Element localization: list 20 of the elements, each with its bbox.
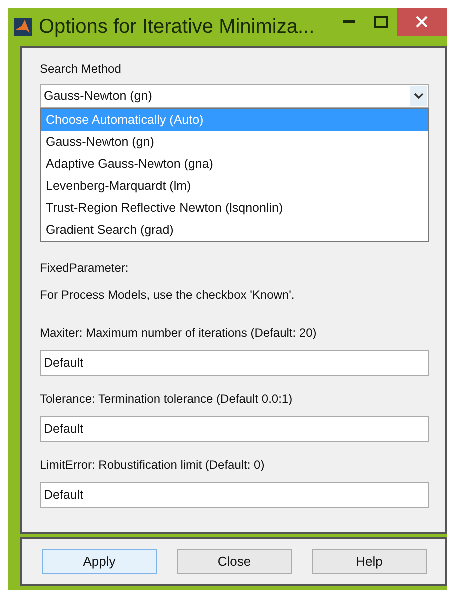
maximize-icon: [374, 16, 388, 28]
search-method-dropdown[interactable]: Gauss-Newton (gn): [40, 84, 429, 108]
field-label: LimitError: Robustification limit (Default: 0): [40, 458, 266, 472]
input-field[interactable]: Default: [40, 482, 429, 508]
field-label: Tolerance: Termination tolerance (Default 0.0:1): [40, 392, 294, 406]
dialog-button[interactable]: Close: [177, 549, 292, 574]
dialog-button[interactable]: Apply: [42, 549, 157, 574]
chevron-down-icon: [414, 92, 424, 100]
note-text: FixedParameter:: [40, 261, 130, 275]
input-field[interactable]: Default: [40, 350, 429, 376]
search-method-label: Search Method: [40, 62, 122, 76]
note-text: For Process Models, use the checkbox 'Known'.: [40, 288, 296, 302]
minimize-icon: [343, 20, 355, 24]
window-title: Options for Iterative Minimiza...: [39, 16, 316, 38]
field-label: Maxiter: Maximum number of iterations (Default: 20): [40, 326, 318, 340]
close-button[interactable]: [397, 8, 447, 36]
app-logo-icon: [14, 18, 32, 36]
input-field[interactable]: Default: [40, 416, 429, 442]
close-icon: [416, 16, 428, 28]
dialog-button[interactable]: Help: [312, 549, 427, 574]
